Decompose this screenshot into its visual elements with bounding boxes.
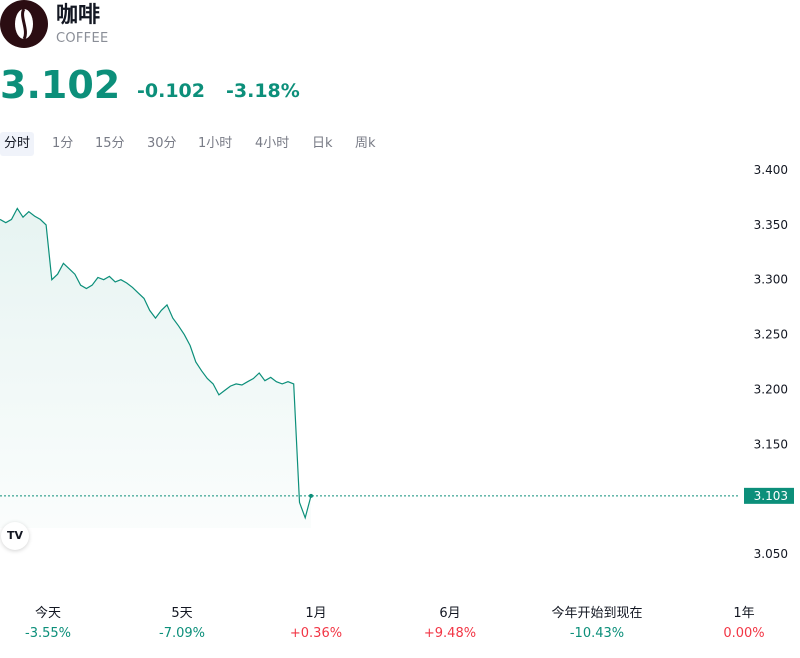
tab-4hour[interactable]: 4小时 <box>251 132 293 156</box>
y-tick-label: 3.400 <box>754 163 788 177</box>
y-tick-label: 3.300 <box>754 273 788 287</box>
symbol-name: 咖啡 <box>56 3 101 28</box>
y-tick-label: 3.200 <box>754 382 788 396</box>
period-label: 6月 <box>439 606 461 621</box>
tradingview-logo[interactable]: TV <box>1 522 29 550</box>
period-1m[interactable]: 1月 +0.36% <box>256 605 376 644</box>
period-ytd[interactable]: 今年开始到现在 -10.43% <box>537 605 657 644</box>
tab-15min[interactable]: 15分 <box>91 132 129 156</box>
period-value: +0.36% <box>289 626 343 641</box>
coffee-bean-icon <box>0 0 48 48</box>
y-tick-label: 3.250 <box>754 328 788 342</box>
tab-weekly[interactable]: 周k <box>351 132 380 156</box>
price-area-fill <box>0 208 311 528</box>
tab-30min[interactable]: 30分 <box>143 132 181 156</box>
period-6m[interactable]: 6月 +9.48% <box>390 605 510 644</box>
period-value: -7.09% <box>159 626 205 641</box>
tab-1min[interactable]: 1分 <box>48 132 77 156</box>
period-today[interactable]: 今天 -3.55% <box>0 605 108 644</box>
period-label: 1年 <box>733 606 755 621</box>
period-1y[interactable]: 1年 0.00% <box>684 605 800 644</box>
symbol-header: 咖啡 COFFEE <box>0 0 400 50</box>
last-price-dot <box>309 493 313 498</box>
period-value: +9.48% <box>423 626 477 641</box>
y-tick-label: 3.350 <box>754 218 788 232</box>
price-chart-svg: 3.400 3.350 3.300 3.250 3.200 3.150 3.050 3.103… <box>0 163 794 558</box>
period-value: 0.00% <box>723 626 765 641</box>
period-label: 今天 <box>34 606 61 621</box>
period-value: -10.43% <box>569 626 625 641</box>
period-label: 今年开始到现在 <box>551 606 643 621</box>
period-label: 5天 <box>171 606 193 621</box>
period-5d[interactable]: 5天 -7.09% <box>122 605 242 644</box>
y-tick-label: 3.050 <box>754 547 788 558</box>
tab-daily[interactable]: 日k <box>308 132 337 156</box>
symbol-ticker: COFFEE <box>56 31 109 46</box>
performance-periods: 今天 -3.55% 5天 -7.09% 1月 +0.36% 6月 +9.48% … <box>0 605 800 655</box>
y-tick-label: 3.150 <box>754 437 788 451</box>
tab-1hour[interactable]: 1小时 <box>194 132 236 156</box>
last-price-badge-label: 3.103 <box>754 489 788 503</box>
last-price: 3.102 <box>0 63 121 107</box>
period-label: 1月 <box>305 606 327 621</box>
period-value: -3.55% <box>25 626 71 641</box>
tab-intraday[interactable]: 分时 <box>0 132 35 156</box>
price-chart[interactable]: 3.400 3.350 3.300 3.250 3.200 3.150 3.050 3.103… <box>0 158 800 558</box>
price-change: -0.102 <box>137 80 205 102</box>
price-change-percent: -3.18% <box>226 80 300 102</box>
